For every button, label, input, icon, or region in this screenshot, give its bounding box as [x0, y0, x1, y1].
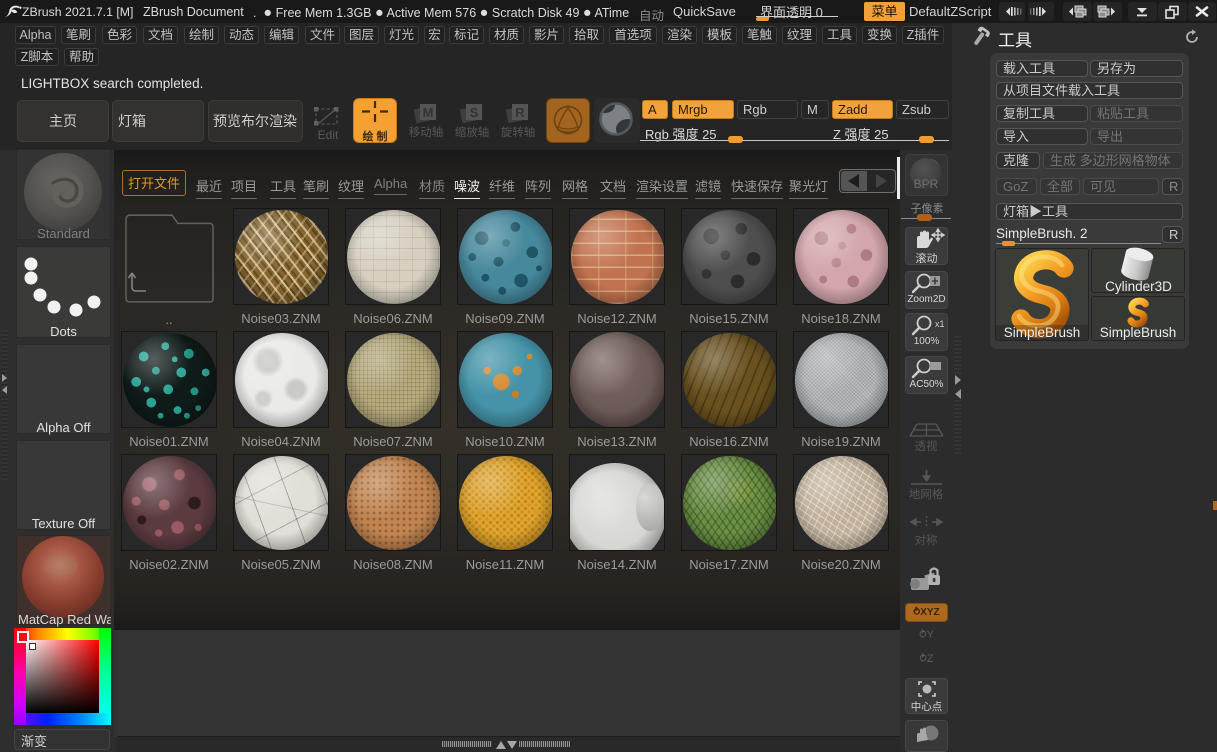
svg-text:Edit: Edit	[318, 128, 339, 142]
svg-text:对称: 对称	[915, 533, 938, 547]
svg-text:透视: 透视	[915, 439, 938, 453]
svg-text:旋转轴: 旋转轴	[501, 125, 536, 139]
svg-text:移动轴: 移动轴	[409, 125, 444, 139]
svg-text:R: R	[515, 105, 525, 120]
svg-text:BPR: BPR	[914, 177, 939, 191]
svg-text:地网格: 地网格	[909, 487, 944, 501]
svg-text:缩放轴: 缩放轴	[455, 125, 490, 139]
svg-text:M: M	[423, 105, 434, 120]
svg-text:x1: x1	[935, 319, 944, 329]
svg-text:S: S	[470, 105, 479, 120]
